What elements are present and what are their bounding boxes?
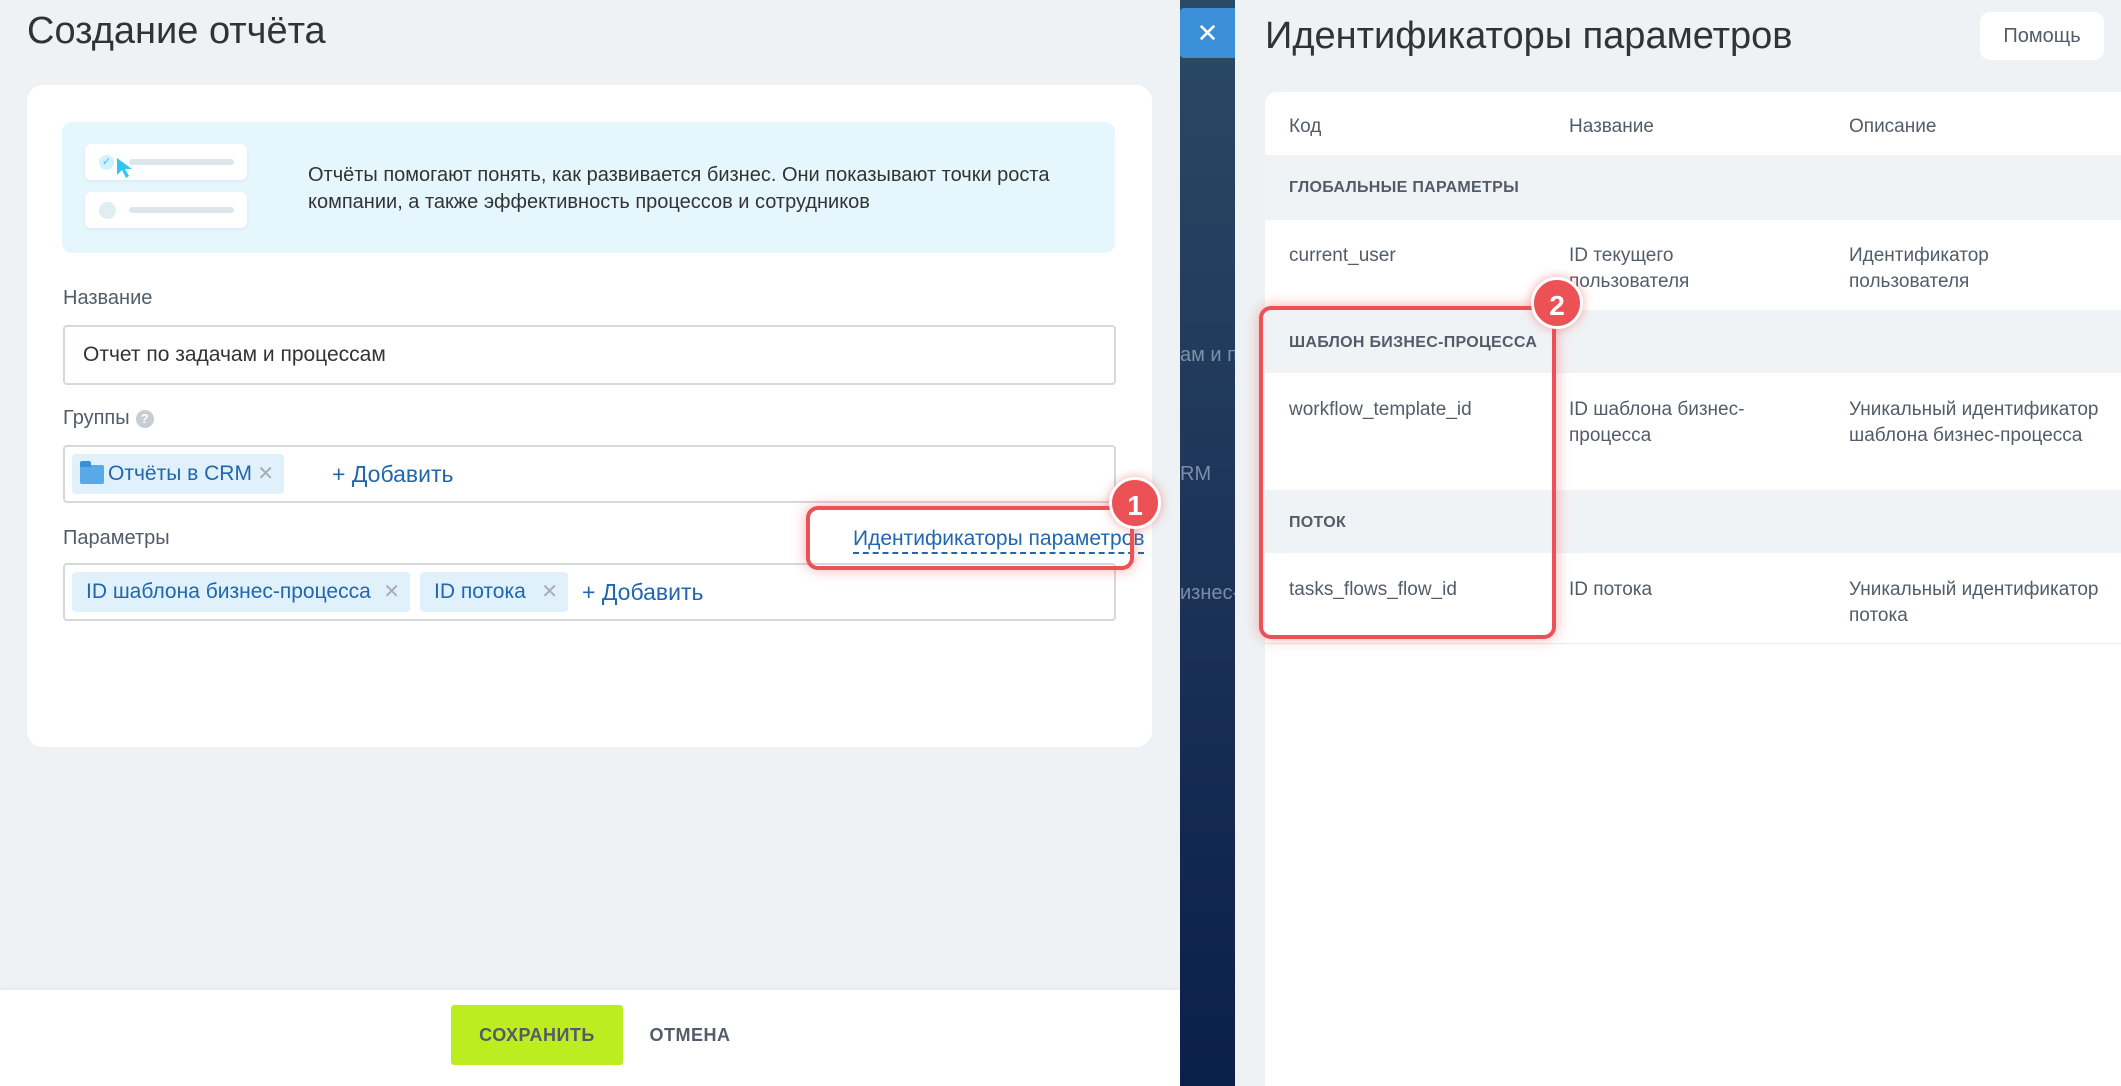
cell-code: tasks_flows_flow_id [1289, 579, 1457, 600]
cell-name: ID текущего пользователя [1569, 245, 1690, 292]
close-icon[interactable]: ✕ [1180, 8, 1235, 58]
panel-title: Идентификаторы параметров [1265, 15, 1793, 57]
name-label: Название [63, 287, 153, 309]
step-badge-2: 2 [1531, 277, 1583, 329]
slider-backdrop: ам и п RM изнес- [1180, 0, 1235, 1086]
parameter-identifiers-panel: Идентификаторы параметров Помощь Код Наз… [1235, 0, 2121, 1086]
param-tag-flow[interactable]: ID потока ✕ [420, 572, 568, 612]
section-flow: ПОТОК [1265, 490, 2121, 553]
add-group-link[interactable]: + Добавить [332, 454, 453, 494]
remove-x-icon[interactable]: ✕ [541, 572, 558, 612]
help-button[interactable]: Помощь [1980, 12, 2104, 60]
check-icon: ✓ [99, 155, 114, 170]
step-badge-1: 1 [1109, 477, 1161, 529]
cell-description: Уникальный идентификатор потока [1849, 579, 2099, 626]
remove-x-icon[interactable]: ✕ [257, 454, 274, 494]
params-field[interactable]: ID шаблона бизнес-процесса ✕ ID потока ✕… [63, 563, 1116, 621]
groups-label: Группы? [63, 407, 154, 430]
cell-name: ID потока [1569, 579, 1653, 600]
remove-x-icon[interactable]: ✕ [383, 572, 400, 612]
parameter-identifiers-link[interactable]: Идентификаторы параметров [853, 526, 1145, 554]
cursor-icon [117, 158, 132, 178]
info-text: Отчёты помогают понять, как развивается … [308, 164, 1050, 213]
cell-code: current_user [1289, 245, 1396, 266]
report-name-input[interactable] [63, 325, 1116, 385]
group-tag-crm[interactable]: Отчёты в CRM ✕ [72, 454, 284, 494]
report-create-page: Создание отчёта ✓ Отчёты помогают понять… [0, 0, 1180, 1086]
reports-illustration: ✓ [85, 144, 250, 234]
cell-description: Уникальный идентификатор шаблона бизнес-… [1849, 399, 2099, 446]
cell-description: Идентификатор пользователя [1849, 245, 1989, 292]
params-label: Параметры [63, 527, 170, 549]
save-button[interactable]: СОХРАНИТЬ [451, 1005, 623, 1065]
add-param-link[interactable]: + Добавить [582, 572, 703, 612]
cell-code: workflow_template_id [1289, 399, 1472, 420]
folder-icon [80, 461, 104, 484]
param-tag-workflow-template[interactable]: ID шаблона бизнес-процесса ✕ [72, 572, 410, 612]
help-circle-icon[interactable]: ? [135, 410, 154, 428]
column-header-code: Код [1289, 116, 1322, 137]
page-title: Создание отчёта [27, 10, 326, 52]
groups-field[interactable]: Отчёты в CRM ✕ + Добавить [63, 445, 1116, 503]
column-header-description: Описание [1849, 116, 1937, 137]
cell-name: ID шаблона бизнес-процесса [1569, 399, 1745, 446]
info-banner: ✓ Отчёты помогают понять, как развиваетс… [62, 122, 1115, 253]
column-header-name: Название [1569, 116, 1654, 137]
form-footer: СОХРАНИТЬ ОТМЕНА [0, 990, 1180, 1086]
report-form-card: ✓ Отчёты помогают понять, как развиваетс… [27, 85, 1152, 747]
section-global: ГЛОБАЛЬНЫЕ ПАРАМЕТРЫ [1265, 155, 2121, 220]
identifiers-table: Код Название Описание ГЛОБАЛЬНЫЕ ПАРАМЕТ… [1265, 92, 2121, 1086]
cancel-button[interactable]: ОТМЕНА [640, 1005, 740, 1065]
section-workflow-template: ШАБЛОН БИЗНЕС-ПРОЦЕССА [1265, 310, 2121, 373]
